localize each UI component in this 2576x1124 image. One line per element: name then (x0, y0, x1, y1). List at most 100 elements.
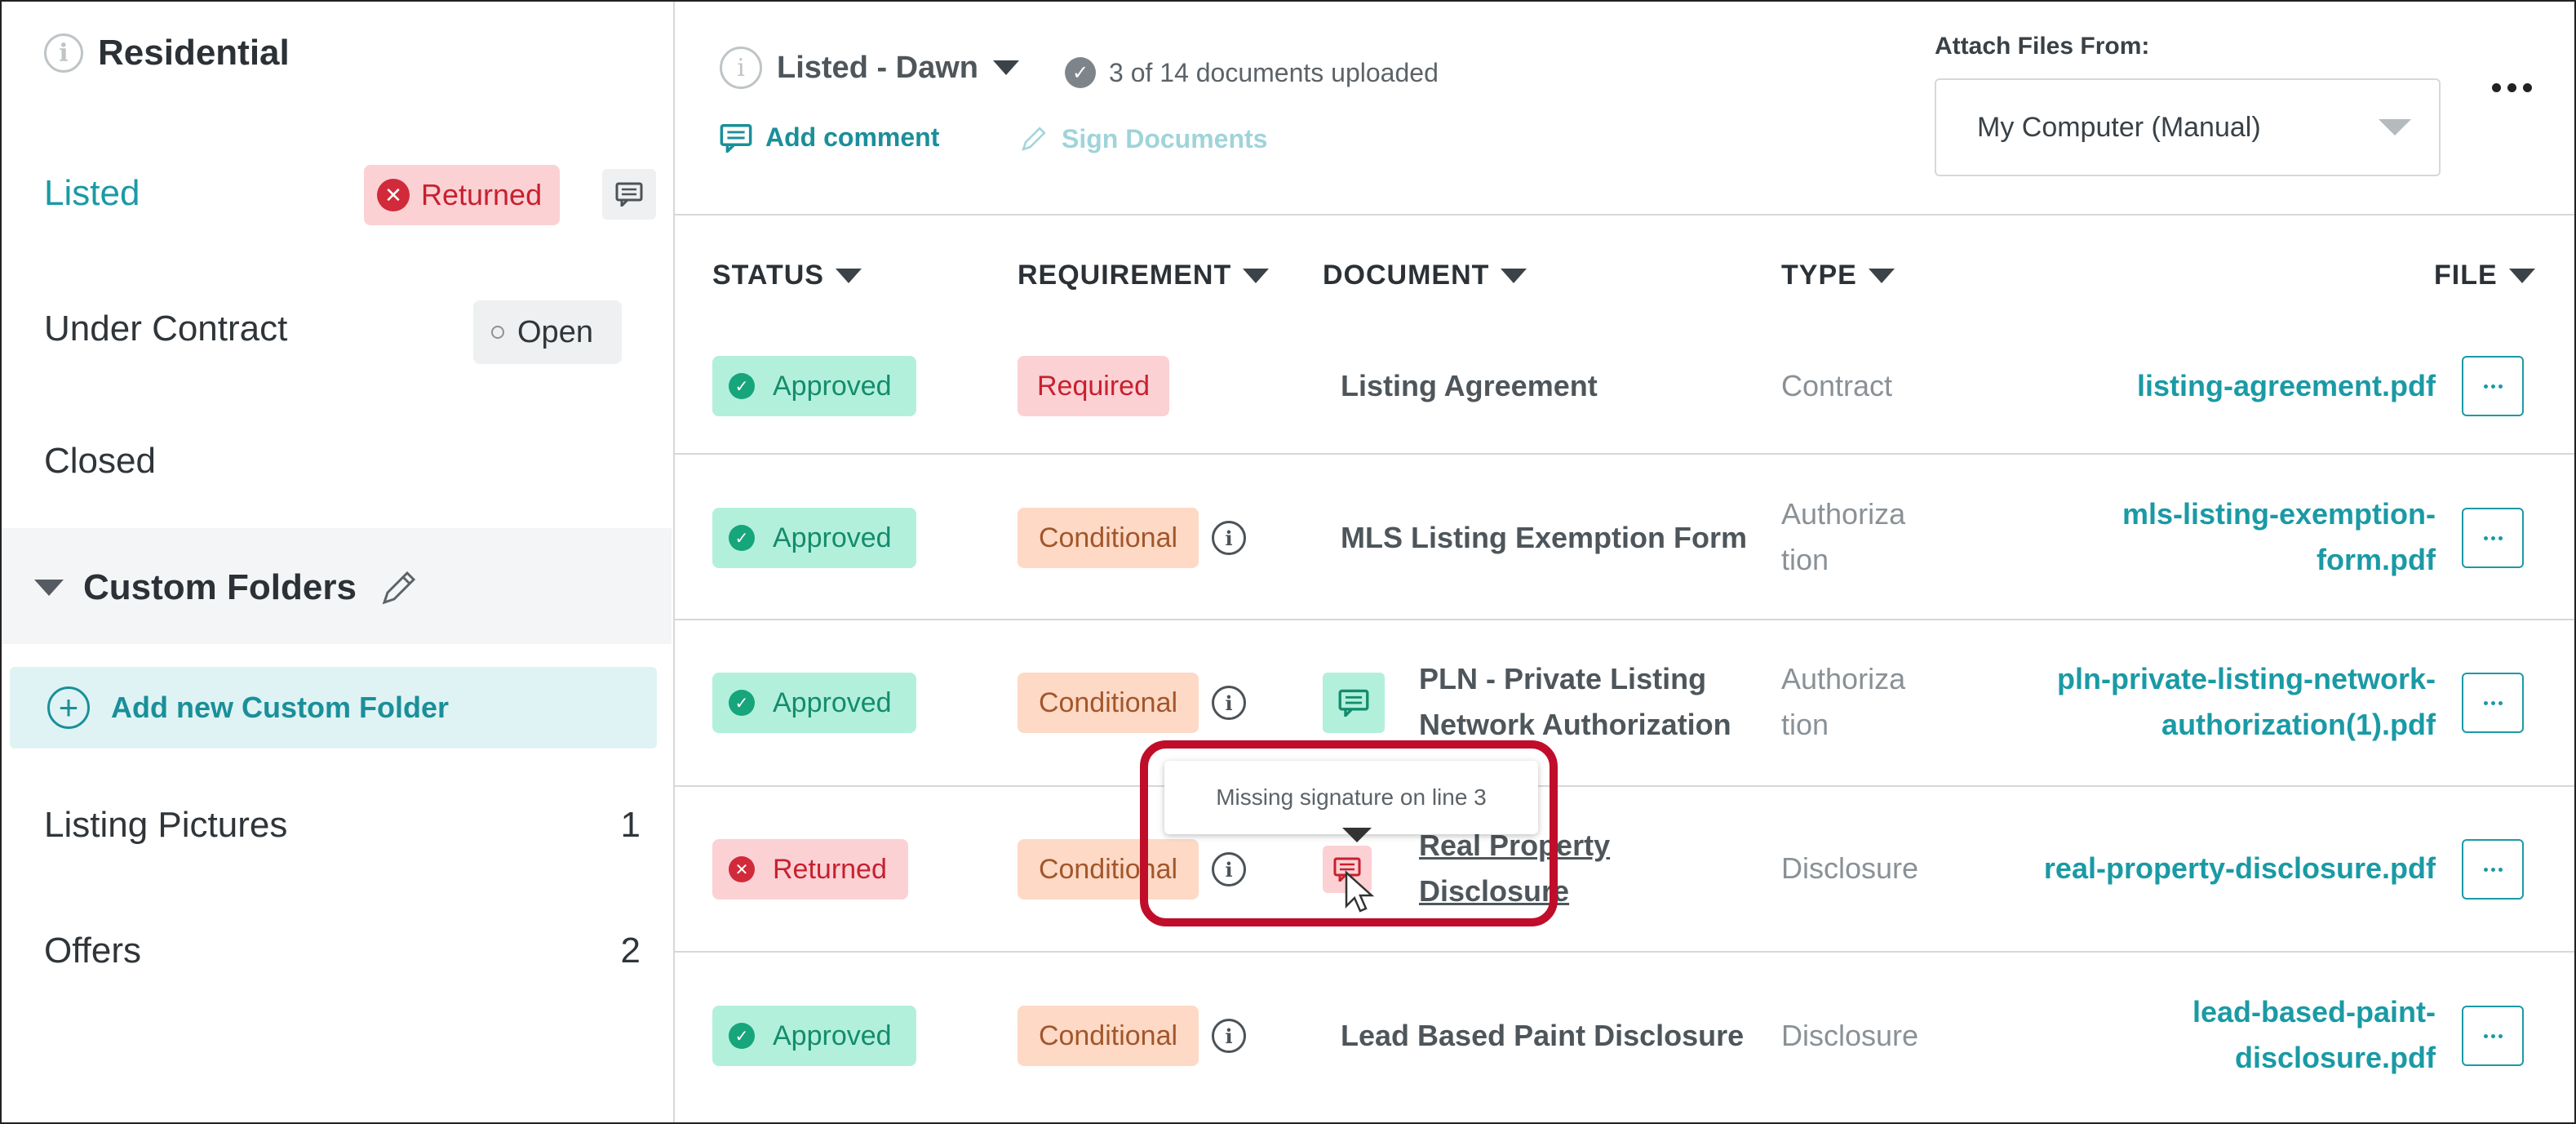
column-label: REQUIREMENT (1018, 260, 1232, 291)
file-link[interactable]: pln-private-listing-network-authorizatio… (2057, 656, 2436, 748)
more-icon[interactable] (2462, 508, 2524, 568)
column-header-requirement[interactable]: REQUIREMENT (1018, 260, 1270, 291)
add-comment-button[interactable]: Add comment (720, 122, 939, 153)
requirement-badge: Conditional (1018, 508, 1199, 568)
requirement-badge: Required (1018, 356, 1169, 416)
check-circle-icon: ✓ (729, 690, 755, 716)
document-name[interactable]: Listing Agreement (1341, 363, 1598, 409)
divider (675, 951, 2574, 953)
info-icon[interactable]: i (1212, 521, 1246, 555)
status-label: Approved (773, 686, 892, 718)
status-badge-returned: ✕ Returned (364, 165, 560, 225)
info-icon[interactable]: i (720, 47, 762, 89)
caret-down-icon (1243, 268, 1270, 283)
caret-down-icon[interactable] (34, 580, 64, 596)
status-badge-open: Open (473, 300, 622, 364)
more-icon[interactable] (2462, 1006, 2524, 1066)
badge-label: Open (517, 314, 593, 349)
custom-folders-title: Custom Folders (83, 567, 357, 607)
comment-icon (720, 123, 752, 153)
file-line: mls-listing-exemption- (2122, 497, 2436, 531)
chevron-down-icon (2379, 119, 2411, 136)
doc-line: PLN - Private Listing (1419, 662, 1707, 695)
folder-count: 2 (620, 931, 641, 971)
attach-source-value: My Computer (Manual) (1977, 111, 2261, 143)
stage-label: Listed - Dawn (777, 50, 979, 85)
column-label: DOCUMENT (1323, 260, 1490, 291)
custom-folders-header[interactable]: Custom Folders (34, 565, 422, 611)
caret-down-icon (2508, 268, 2535, 283)
file-line: pln-private-listing-network- (2056, 662, 2436, 695)
column-header-document[interactable]: DOCUMENT (1323, 260, 1527, 291)
divider (675, 214, 2574, 215)
column-label: FILE (2434, 260, 2498, 291)
check-circle-icon: ✓ (729, 525, 755, 551)
main-panel: i Listed - Dawn ✓ 3 of 14 documents uplo… (675, 2, 2574, 1122)
add-custom-folder-button[interactable]: + Add new Custom Folder (10, 667, 657, 749)
sidebar-item-listed[interactable]: Listed (44, 173, 140, 214)
file-link[interactable]: lead-based-paint-disclosure.pdf (2192, 989, 2436, 1081)
more-icon[interactable] (2462, 673, 2524, 733)
sidebar-item-under-contract[interactable]: Under Contract (44, 309, 287, 349)
x-circle-icon: ✕ (377, 179, 410, 211)
add-folder-label: Add new Custom Folder (111, 691, 449, 724)
status-badge-approved: ✓ Approved (712, 1006, 916, 1066)
document-type: Authoriza tion (1781, 491, 1905, 583)
info-icon[interactable]: i (1212, 1019, 1246, 1053)
pen-icon (1022, 127, 1046, 151)
info-icon[interactable]: i (1212, 686, 1246, 720)
open-dot-icon (491, 326, 504, 339)
pencil-icon[interactable] (376, 565, 422, 611)
column-header-status[interactable]: STATUS (712, 260, 862, 291)
document-type: Authoriza tion (1781, 656, 1905, 748)
status-label: Approved (773, 522, 892, 553)
column-label: TYPE (1781, 260, 1857, 291)
file-link[interactable]: listing-agreement.pdf (2137, 363, 2436, 409)
caret-down-icon (1868, 268, 1895, 283)
badge-label: Returned (421, 178, 543, 211)
document-name[interactable]: MLS Listing Exemption Form (1341, 515, 1747, 561)
attach-files-label: Attach Files From: (1935, 33, 2150, 60)
column-header-file[interactable]: FILE (2434, 260, 2535, 291)
caret-down-icon (1501, 268, 1527, 283)
sidebar-item-offers[interactable]: Offers (44, 931, 141, 971)
status-label: Approved (773, 1020, 892, 1051)
column-label: STATUS (712, 260, 824, 291)
file-link[interactable]: mls-listing-exemption-form.pdf (2122, 491, 2436, 583)
upload-status-text: 3 of 14 documents uploaded (1109, 57, 1439, 87)
check-circle-icon: ✓ (1065, 57, 1096, 88)
comment-icon (615, 182, 643, 207)
document-name[interactable]: PLN - Private Listing Network Authorizati… (1419, 656, 1731, 748)
comment-icon[interactable] (1323, 673, 1385, 733)
sidebar-item-closed[interactable]: Closed (44, 441, 156, 482)
document-name[interactable]: Lead Based Paint Disclosure (1341, 1013, 1744, 1059)
type-line: Authoriza (1781, 662, 1906, 695)
document-type: Disclosure (1781, 851, 1919, 885)
document-type: Disclosure (1781, 1019, 1919, 1052)
comment-button[interactable] (602, 169, 656, 220)
file-link[interactable]: real-property-disclosure.pdf (2044, 846, 2436, 891)
status-label: Approved (773, 370, 892, 402)
attach-source-select[interactable]: My Computer (Manual) (1935, 78, 2441, 176)
divider (675, 453, 2574, 455)
column-header-type[interactable]: TYPE (1781, 260, 1895, 291)
stage-selector[interactable]: i Listed - Dawn (720, 47, 1020, 89)
more-icon[interactable] (2462, 839, 2524, 900)
plus-circle-icon: + (47, 686, 90, 729)
file-line: authorization(1).pdf (2161, 708, 2436, 741)
type-line: tion (1781, 543, 1829, 576)
type-line: tion (1781, 708, 1829, 741)
status-badge-approved: ✓ Approved (712, 508, 916, 568)
sign-documents-button[interactable]: Sign Documents (1018, 122, 1267, 155)
more-icon[interactable] (2462, 356, 2524, 416)
check-circle-icon: ✓ (729, 373, 755, 399)
status-badge-approved: ✓ Approved (712, 673, 916, 733)
kebab-icon[interactable] (2492, 83, 2532, 92)
info-icon[interactable]: i (44, 33, 83, 73)
check-circle-icon: ✓ (729, 1023, 755, 1049)
sidebar-item-listing-pictures[interactable]: Listing Pictures (44, 805, 287, 846)
sidebar: i Residential Listed ✕ Returned Under Co… (2, 2, 675, 1122)
sidebar-header: i Residential (44, 33, 290, 73)
status-badge-returned: ✕ Returned (712, 839, 908, 900)
file-line: form.pdf (2317, 543, 2436, 576)
